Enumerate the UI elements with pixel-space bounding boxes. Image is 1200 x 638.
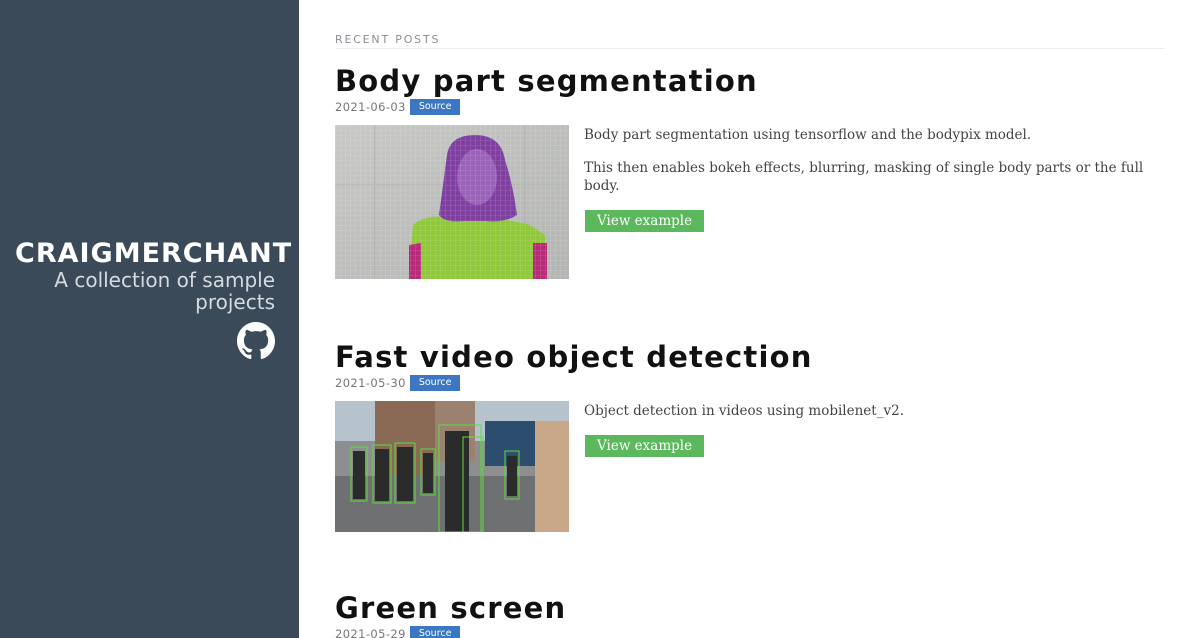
post-paragraph: Body part segmentation using tensorflow … (584, 127, 1032, 143)
post-paragraph: This then enables bokeh effects, blurrin… (584, 160, 1144, 194)
sidebar: CRAIGMERCHANT A collection of sample pro… (0, 0, 299, 638)
post-date: 2021-06-03 (335, 100, 406, 114)
post-date: 2021-05-29 (335, 627, 406, 638)
section-divider (335, 48, 1165, 49)
segmentation-image (335, 125, 569, 279)
view-example-button[interactable]: View example (585, 435, 705, 457)
site-title[interactable]: CRAIGMERCHANT (15, 238, 291, 269)
source-badge[interactable]: Source (409, 99, 461, 115)
source-badge[interactable]: Source (409, 375, 461, 391)
post-title[interactable]: Body part segmentation (335, 64, 1165, 98)
post-thumbnail (335, 125, 569, 279)
section-label: RECENT POSTS (335, 33, 441, 46)
post-thumbnail (335, 401, 569, 532)
post-meta: 2021-05-29 Source (335, 626, 1165, 638)
source-badge[interactable]: Source (409, 626, 461, 638)
post-fast-video-object-detection: Fast video object detection 2021-05-30 S… (335, 340, 1165, 532)
post-title[interactable]: Green screen (335, 591, 1165, 625)
post-description: Body part segmentation using tensorflow … (584, 126, 1164, 232)
main-content: RECENT POSTS Body part segmentation 2021… (335, 0, 1165, 638)
view-example-button[interactable]: View example (585, 210, 705, 232)
object-detection-image (335, 401, 569, 532)
post-meta: 2021-06-03 Source (335, 99, 1165, 115)
post-body-part-segmentation: Body part segmentation 2021-06-03 Source (335, 64, 1165, 279)
post-title[interactable]: Fast video object detection (335, 340, 1165, 374)
post-paragraph: Object detection in videos using mobilen… (584, 403, 904, 419)
post-meta: 2021-05-30 Source (335, 375, 1165, 391)
post-date: 2021-05-30 (335, 376, 406, 390)
brand-block: CRAIGMERCHANT A collection of sample pro… (15, 238, 291, 314)
post-green-screen: Green screen 2021-05-29 Source (335, 591, 1165, 638)
github-icon[interactable] (237, 322, 275, 360)
post-description: Object detection in videos using mobilen… (584, 402, 1164, 457)
site-tagline: A collection of sample projects (54, 268, 275, 314)
